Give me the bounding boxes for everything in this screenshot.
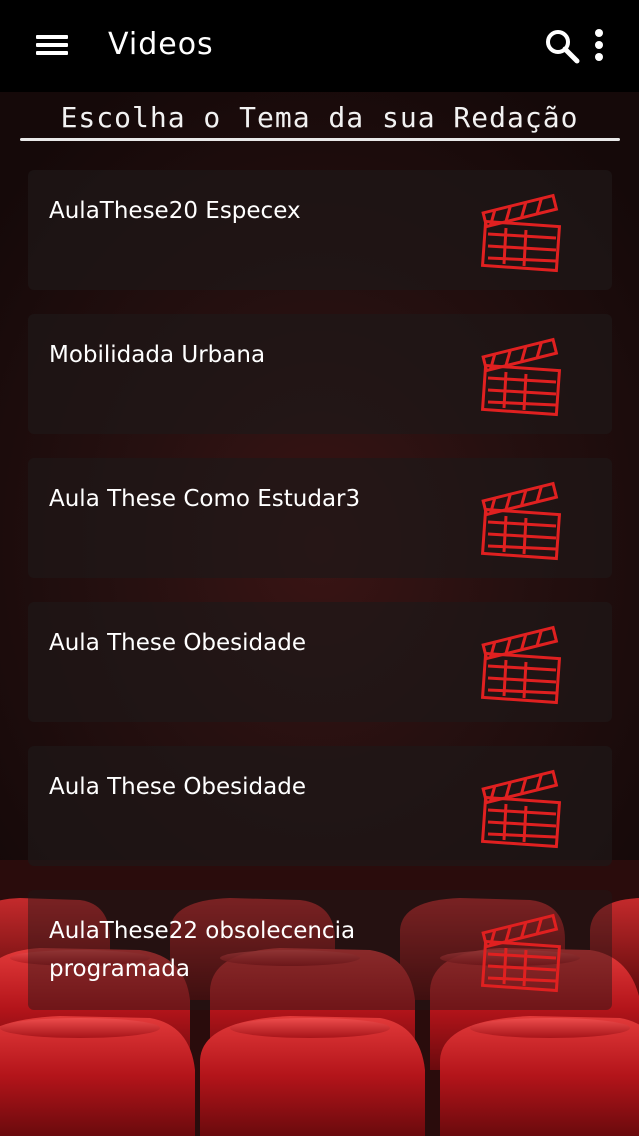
clapperboard-icon bbox=[480, 625, 562, 705]
page-heading: Escolha o Tema da sua Redação bbox=[60, 101, 579, 134]
hamburger-menu-icon[interactable] bbox=[30, 28, 74, 62]
video-title: AulaThese20 Especex bbox=[49, 198, 301, 224]
app-title: Videos bbox=[108, 27, 214, 62]
clapperboard-icon bbox=[480, 769, 562, 849]
video-list-item[interactable]: Aula These Como Estudar3 bbox=[28, 458, 612, 578]
video-list: AulaThese20 Especex Mobilidada Urbana Au… bbox=[28, 170, 612, 1034]
video-title: Aula These Como Estudar3 bbox=[49, 486, 361, 512]
video-list-item[interactable]: Aula These Obesidade bbox=[28, 746, 612, 866]
video-list-item[interactable]: Aula These Obesidade bbox=[28, 602, 612, 722]
video-title: Aula These Obesidade bbox=[49, 630, 306, 656]
clapperboard-icon bbox=[480, 193, 562, 273]
app-screen: Videos Escolha o Tema da sua Redação Aul… bbox=[0, 0, 639, 1136]
video-list-item[interactable]: AulaThese22 obsolecencia programada bbox=[28, 890, 612, 1010]
heading-underline bbox=[20, 138, 620, 141]
more-vert-icon[interactable] bbox=[586, 26, 612, 66]
clapperboard-icon bbox=[480, 337, 562, 417]
app-toolbar: Videos bbox=[0, 0, 639, 92]
search-icon[interactable] bbox=[542, 26, 582, 66]
video-list-item[interactable]: Mobilidada Urbana bbox=[28, 314, 612, 434]
video-title: Mobilidada Urbana bbox=[49, 342, 266, 368]
video-title: Aula These Obesidade bbox=[49, 774, 306, 800]
video-title: AulaThese22 obsolecencia programada bbox=[49, 918, 356, 982]
clapperboard-icon bbox=[480, 913, 562, 993]
clapperboard-icon bbox=[480, 481, 562, 561]
video-list-item[interactable]: AulaThese20 Especex bbox=[28, 170, 612, 290]
